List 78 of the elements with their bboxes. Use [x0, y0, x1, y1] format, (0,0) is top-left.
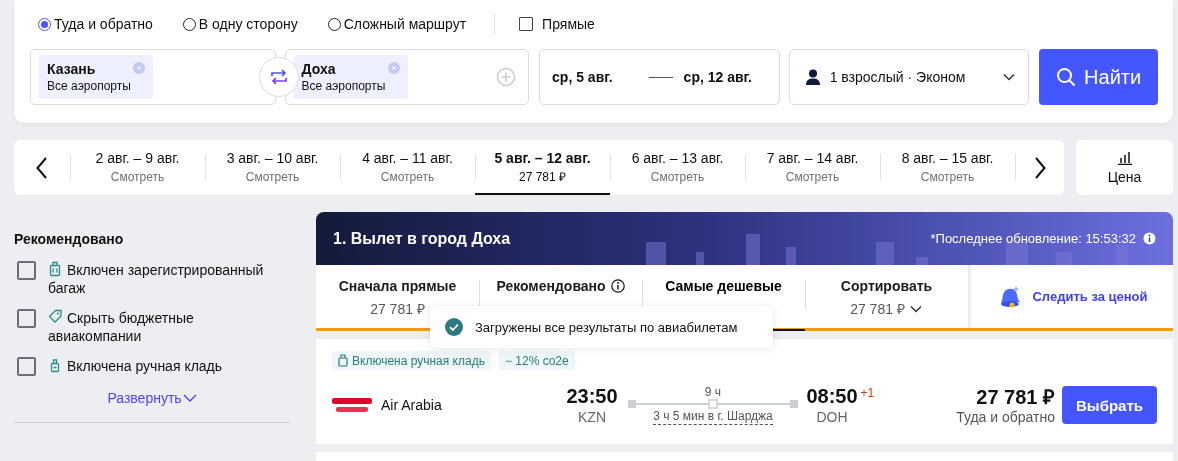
- date-range-tab[interactable]: 7 авг. – 14 авг. Смотреть: [745, 140, 880, 195]
- day-offset: +1: [860, 385, 875, 402]
- airports-label: Все аэропорты: [301, 78, 387, 94]
- trip-type-radio[interactable]: Туда и обратно: [38, 16, 153, 32]
- person-icon: [805, 69, 820, 85]
- search-icon: [1056, 67, 1077, 87]
- filter-title: Рекомендовано: [14, 230, 125, 248]
- check-circle-icon: [445, 318, 463, 336]
- notification-toast: Загружены все результаты по авиабилетам: [430, 306, 773, 348]
- swap-icon: [270, 69, 288, 85]
- bag-icon: [48, 357, 62, 373]
- search-button[interactable]: Найти: [1039, 49, 1158, 105]
- trip-type-radio[interactable]: В одну сторону: [182, 16, 298, 32]
- price-alert-button[interactable]: Следить за ценой: [968, 265, 1173, 328]
- clear-icon[interactable]: [387, 62, 400, 74]
- date-range: 6 авг. – 13 авг.: [631, 148, 724, 168]
- date-range-tab[interactable]: 6 авг. – 13 авг. Смотреть: [610, 140, 745, 195]
- filter-checkbox[interactable]: Включен зарегистрированный багаж: [17, 261, 290, 297]
- chevron-down-icon: [182, 393, 197, 403]
- airline-name: Air Arabia: [381, 397, 442, 413]
- city-name: Казань: [47, 60, 96, 78]
- filter-checkbox[interactable]: Включена ручная кладь: [17, 357, 290, 376]
- results-title: 1. Вылет в город Доха: [333, 229, 511, 248]
- origin-field[interactable]: Казань Все аэропорты: [30, 49, 276, 105]
- select-button[interactable]: Выбрать: [1062, 386, 1157, 424]
- passengers-dropdown[interactable]: 1 взрослый · Эконом: [788, 49, 1030, 105]
- date-range: 2 авг. – 9 авг.: [95, 148, 180, 168]
- return-date: ср, 12 авг.: [683, 69, 752, 85]
- airline-logo-icon: [332, 395, 372, 415]
- airport-code: DOH: [816, 408, 848, 426]
- date-range-tab[interactable]: 2 авг. – 9 авг. Смотреть: [70, 140, 205, 195]
- destination-field[interactable]: Доха Все аэропорты: [284, 49, 530, 105]
- sort-tab[interactable]: Сортировать 27 781 ₽: [805, 265, 968, 331]
- price-chart-button[interactable]: Цена: [1076, 140, 1173, 195]
- last-update-label: *Последнее обновление: 15:53:32: [930, 231, 1136, 246]
- view-label: Смотреть: [920, 168, 975, 186]
- expand-link[interactable]: Развернуть: [107, 390, 197, 406]
- chevron-right-icon: [1034, 156, 1046, 179]
- direct-checkbox[interactable]: Прямые: [519, 16, 595, 32]
- date-range: 8 авг. – 15 авг.: [901, 148, 994, 168]
- info-icon: [610, 279, 625, 293]
- tag-icon: [48, 309, 62, 325]
- view-label: Смотреть: [650, 168, 705, 186]
- depart-date: ср, 5 авг.: [552, 69, 613, 85]
- date-range: 3 авг. – 10 авг.: [226, 148, 319, 168]
- suitcase-icon: [48, 261, 62, 277]
- date-range-tab[interactable]: 3 авг. – 10 авг. Смотреть: [205, 140, 340, 195]
- date-range-tab[interactable]: 4 авг. – 11 авг. Смотреть: [340, 140, 475, 195]
- filter-checkbox[interactable]: Скрыть бюджетные авиакомпании: [17, 309, 290, 345]
- date-range: 7 авг. – 14 авг.: [766, 148, 859, 168]
- chevron-left-icon: [36, 156, 48, 179]
- view-label: Смотреть: [380, 168, 435, 186]
- view-label: Смотреть: [785, 168, 840, 186]
- date-range: 5 авг. – 12 авг.: [494, 148, 591, 168]
- date-range: 4 авг. – 11 авг.: [362, 148, 453, 168]
- price-note: Туда и обратно: [956, 408, 1055, 426]
- dates-field[interactable]: ср, 5 авг. ср, 12 авг.: [539, 49, 780, 105]
- airport-code: KZN: [578, 408, 606, 426]
- clear-icon[interactable]: [133, 62, 145, 74]
- view-label: Смотреть: [245, 168, 300, 186]
- info-icon[interactable]: [1143, 232, 1156, 245]
- ticket-tag: Включена ручная кладь: [332, 351, 491, 370]
- flight-duration: 9 ч: [704, 385, 722, 399]
- view-label: Смотреть: [110, 168, 165, 186]
- ticket-price: 27 781 ₽: [976, 384, 1055, 409]
- bag-icon: [338, 354, 348, 367]
- city-name: Доха: [301, 60, 336, 78]
- ticket-tag: − 12% co2e: [498, 351, 575, 370]
- airports-label: Все аэропорты: [47, 78, 132, 94]
- date-range-tab[interactable]: 8 авг. – 15 авг. Смотреть: [880, 140, 1015, 195]
- departure-time: 23:50: [566, 384, 618, 408]
- layover-label[interactable]: 3 ч 5 мин в г. Шарджа: [653, 409, 773, 425]
- add-icon[interactable]: [496, 67, 517, 87]
- date-range-tab[interactable]: 5 авг. – 12 авг. 27 781 ₽: [475, 140, 610, 195]
- arrival-time: 08:50: [806, 385, 858, 407]
- price-label: 27 781 ₽: [518, 168, 566, 186]
- trip-type-radio[interactable]: Сложный маршрут: [327, 16, 467, 32]
- bar-chart-icon: [1117, 150, 1132, 165]
